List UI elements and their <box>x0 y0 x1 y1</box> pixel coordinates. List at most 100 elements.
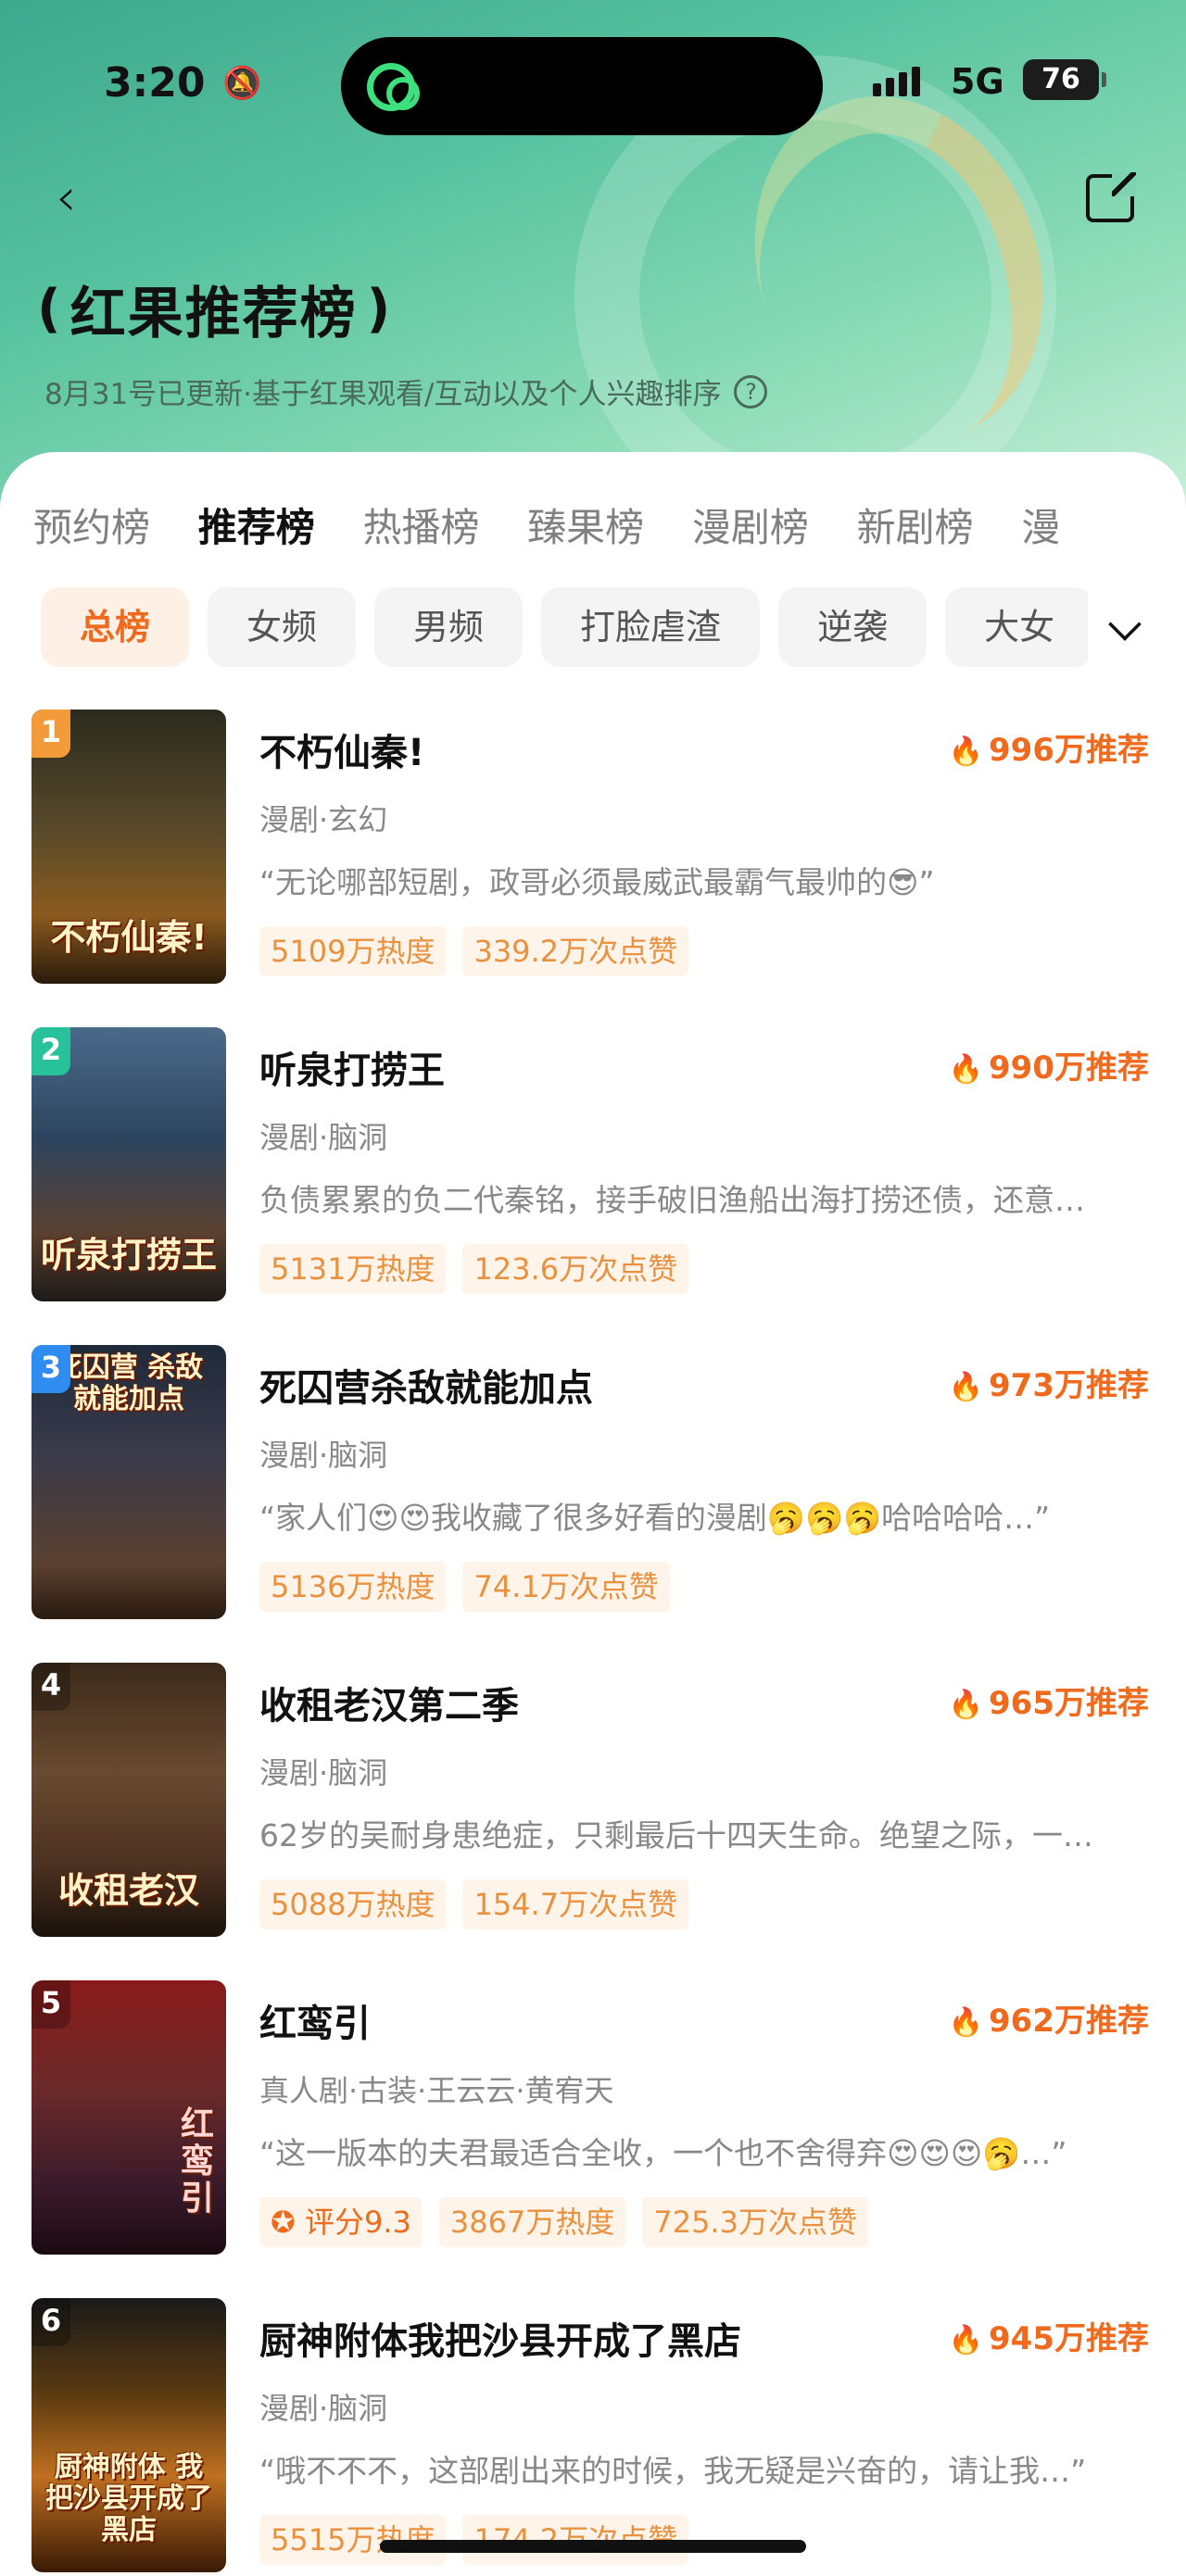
like-tag: 725.3万次点赞 <box>642 2197 868 2247</box>
battery-icon: 76 <box>1023 59 1106 100</box>
list-item[interactable]: 听泉打捞王 2 听泉打捞王 🔥 990万推荐 漫剧·脑洞 负债累累的负二代秦铭，接… <box>0 1027 1186 1345</box>
rank-badge: 4 <box>32 1663 70 1711</box>
tab-preorder[interactable]: 预约榜 <box>33 496 198 553</box>
recommend-count: 🔥 990万推荐 <box>949 1042 1149 1087</box>
rating-text: 评分9.3 <box>304 2205 411 2240</box>
heat-tag: 5136万热度 <box>259 1562 447 1612</box>
mute-bell-icon: 🔕 <box>222 65 262 102</box>
like-tag: 123.6万次点赞 <box>462 1244 689 1294</box>
tab-hot[interactable]: 热播榜 <box>362 496 527 553</box>
heat-tag: 5109万热度 <box>259 926 447 976</box>
rank-badge: 6 <box>32 2298 70 2346</box>
description: “家人们😍😍我收藏了很多好看的漫剧🥱🥱🥱哈哈哈哈…” <box>259 1500 1051 1536</box>
recommend-count-text: 962万推荐 <box>989 2003 1149 2040</box>
page-title: 红果推荐榜 <box>69 282 358 346</box>
recommend-count: 🔥 996万推荐 <box>949 724 1149 770</box>
cover-image[interactable]: 不朽仙秦! 1 <box>32 710 226 984</box>
description: “哦不不不，这部剧出来的时候，我无疑是兴奋的，请让我…” <box>259 2453 1087 2489</box>
cover-image[interactable]: 红鸾引 5 <box>32 1980 226 2255</box>
drama-title: 红鸾引 <box>259 2003 371 2045</box>
recommend-count: 🔥 973万推荐 <box>949 1360 1149 1405</box>
genre-label: 漫剧·脑洞 <box>259 1755 388 1791</box>
description: “这一版本的夫君最适合全收，一个也不舍得弃😍😍😍🥱…” <box>259 2135 1067 2171</box>
drama-title: 厨神附体我把沙县开成了黑店 <box>259 2320 741 2363</box>
page-title-row: ( 红果推荐榜 ) <box>37 269 390 349</box>
chip-male[interactable]: 男频 <box>374 587 524 667</box>
cover-image[interactable]: 厨神附体 我把沙县开成了黑店 6 <box>32 2298 226 2572</box>
list-item[interactable]: 厨神附体 我把沙县开成了黑店 6 厨神附体我把沙县开成了黑店 🔥 945万推荐 漫… <box>0 2298 1186 2576</box>
recommend-count: 🔥 945万推荐 <box>949 2313 1149 2358</box>
heat-tag: 5131万热度 <box>259 1244 447 1294</box>
drama-title: 听泉打捞王 <box>259 1049 445 1092</box>
dynamic-island <box>341 37 823 135</box>
rank-badge: 3 <box>32 1345 70 1393</box>
chip-all[interactable]: 总榜 <box>41 587 190 667</box>
laurel-left-icon: ( <box>37 279 61 339</box>
app-logo-icon <box>367 63 420 111</box>
ranking-tabs: 预约榜 推荐榜 热播榜 臻果榜 漫剧榜 新剧榜 漫 <box>33 496 1186 553</box>
cover-title: 收租老汉 <box>57 1870 199 1911</box>
like-tag: 154.7万次点赞 <box>462 1879 689 1929</box>
recommend-count-text: 996万推荐 <box>989 732 1149 769</box>
rank-badge: 2 <box>32 1027 70 1075</box>
recommend-count-text: 990万推荐 <box>989 1049 1149 1087</box>
recommend-count-text: 973万推荐 <box>989 1367 1149 1404</box>
cover-image[interactable]: 听泉打捞王 2 <box>32 1027 226 1301</box>
list-item[interactable]: 收租老汉 4 收租老汉第二季 🔥 965万推荐 漫剧·脑洞 62岁的吴耐身患绝症，… <box>0 1663 1186 1980</box>
description: “无论哪部短剧，政哥必须最威武最霸气最帅的😎” <box>259 864 935 900</box>
rank-badge: 5 <box>32 1980 70 2029</box>
rank-badge: 1 <box>32 710 70 758</box>
like-tag: 339.2万次点赞 <box>462 926 689 976</box>
share-button[interactable] <box>1086 172 1136 222</box>
flame-icon: 🔥 <box>948 1053 984 1086</box>
status-time: 3:20 <box>104 59 206 107</box>
recommend-count: 🔥 965万推荐 <box>949 1678 1149 1723</box>
flame-icon: 🔥 <box>948 735 984 768</box>
drama-title: 死囚营杀敌就能加点 <box>259 1367 593 1410</box>
network-type: 5G <box>951 61 1004 102</box>
tab-more[interactable]: 漫 <box>1021 496 1186 553</box>
cover-image[interactable]: 收租老汉 4 <box>32 1663 226 1937</box>
help-icon[interactable]: ? <box>734 374 768 408</box>
subtitle-text: 8月31号已更新·基于红果观看/互动以及个人兴趣排序 <box>44 378 722 411</box>
cover-title: 红鸾引 <box>180 2105 214 2218</box>
genre-label: 真人剧·古装·王云云·黄宥天 <box>259 2073 614 2108</box>
list-item[interactable]: 不朽仙秦! 1 不朽仙秦! 🔥 996万推荐 漫剧·玄幻 “无论哪部短剧，政哥必须… <box>0 710 1186 1027</box>
heat-tag: 5088万热度 <box>259 1879 447 1929</box>
flame-icon: 🔥 <box>948 1689 984 1721</box>
tab-recommend[interactable]: 推荐榜 <box>198 496 363 553</box>
chip-female[interactable]: 女频 <box>208 587 357 667</box>
recommend-count-text: 945万推荐 <box>989 2320 1149 2357</box>
tab-premium[interactable]: 臻果榜 <box>527 496 692 553</box>
chevron-down-icon[interactable] <box>1108 608 1142 641</box>
status-bar: 3:20 🔕 5G 76 <box>0 0 1186 167</box>
back-button[interactable]: ‹ <box>56 172 100 224</box>
recommend-count: 🔥 962万推荐 <box>949 1995 1149 2041</box>
tab-new[interactable]: 新剧榜 <box>857 496 1022 553</box>
genre-label: 漫剧·玄幻 <box>259 802 388 837</box>
ranking-panel: 预约榜 推荐榜 热播榜 臻果榜 漫剧榜 新剧榜 漫 总榜 女频 男频 打脸虐渣 … <box>0 452 1186 2576</box>
tab-comic[interactable]: 漫剧榜 <box>692 496 857 553</box>
list-item[interactable]: 死囚营 杀敌就能加点 3 死囚营杀敌就能加点 🔥 973万推荐 漫剧·脑洞 “家人… <box>0 1345 1186 1663</box>
cover-image[interactable]: 死囚营 杀敌就能加点 3 <box>32 1345 226 1619</box>
laurel-right-icon: ) <box>366 279 391 339</box>
chip-comeback[interactable]: 逆袭 <box>778 587 927 667</box>
description: 62岁的吴耐身患绝症，只剩最后十四天生命。绝望之际，一… <box>259 1817 1093 1853</box>
drama-title: 不朽仙秦! <box>259 732 425 774</box>
category-chips: 总榜 女频 男频 打脸虐渣 逆袭 大女 <box>41 587 1088 667</box>
drama-title: 收租老汉第二季 <box>259 1685 519 1728</box>
recommend-count-text: 965万推荐 <box>989 1685 1149 1722</box>
chip-revenge[interactable]: 打脸虐渣 <box>541 587 761 667</box>
home-indicator[interactable] <box>380 2540 806 2553</box>
chip-heroine[interactable]: 大女 <box>945 587 1088 667</box>
flame-icon: 🔥 <box>948 1371 984 1403</box>
cover-title: 听泉打捞王 <box>41 1235 218 1275</box>
cover-title: 厨神附体 我把沙县开成了黑店 <box>45 2451 212 2546</box>
genre-label: 漫剧·脑洞 <box>259 1438 388 1473</box>
flame-icon: 🔥 <box>948 2006 984 2039</box>
list-item[interactable]: 红鸾引 5 红鸾引 🔥 962万推荐 真人剧·古装·王云云·黄宥天 “这一版本的夫… <box>0 1980 1186 2298</box>
rating-tag: ✪ 评分9.3 <box>259 2197 423 2247</box>
star-badge-icon: ✪ <box>271 2205 305 2240</box>
heat-tag: 3867万热度 <box>438 2197 626 2247</box>
cover-title: 不朽仙秦! <box>50 917 208 958</box>
